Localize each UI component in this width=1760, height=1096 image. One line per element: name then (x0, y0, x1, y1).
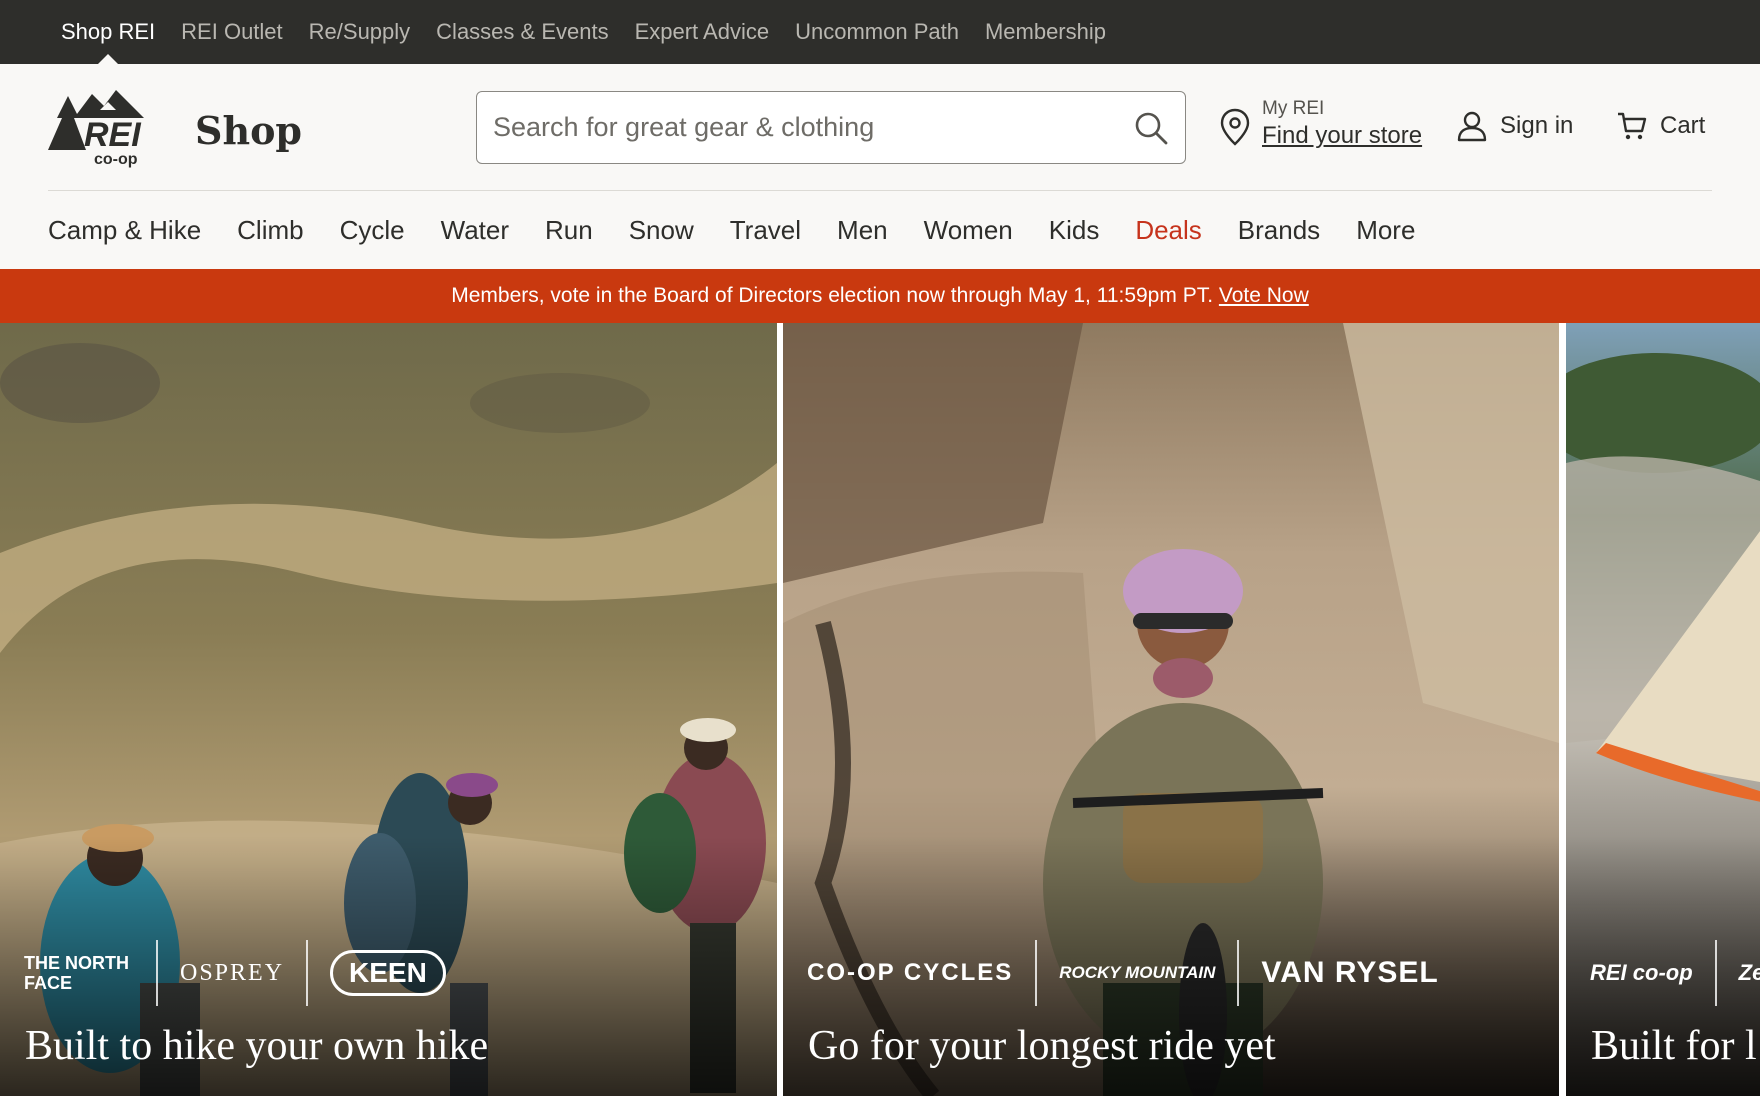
utility-nav-shop-rei[interactable]: Shop REI (61, 0, 155, 64)
vote-now-link[interactable]: Vote Now (1219, 284, 1309, 307)
category-women[interactable]: Women (924, 215, 1013, 246)
brand-logo-rocky-mountain: ROCKY MOUNTAIN (1059, 963, 1216, 982)
category-climb[interactable]: Climb (237, 215, 303, 246)
brand-separator (1035, 940, 1038, 1006)
utility-nav: Shop REI REI Outlet Re/Supply Classes & … (0, 0, 1760, 64)
brand-logo-coop-cycles: CO-OP CYCLES (807, 959, 1014, 986)
utility-nav-membership[interactable]: Membership (985, 0, 1106, 64)
brand-logo-rei-coop: REI co-op (1590, 960, 1693, 985)
sign-in-label: Sign in (1500, 112, 1574, 139)
category-water[interactable]: Water (441, 215, 509, 246)
announcement-banner: Members, vote in the Board of Directors … (0, 269, 1760, 323)
category-travel[interactable]: Travel (730, 215, 801, 246)
rei-coop-logo[interactable]: REI co-op (48, 88, 172, 168)
category-nav: Camp & Hike Climb Cycle Water Run Snow T… (0, 191, 1760, 269)
category-cycle[interactable]: Cycle (340, 215, 405, 246)
hero-headline: Go for your longest ride yet (808, 1023, 1276, 1069)
hero-headline: Built for l (1591, 1023, 1757, 1069)
location-pin-icon (1220, 108, 1250, 146)
category-kids[interactable]: Kids (1049, 215, 1100, 246)
brand-logo-zen: Zen (1738, 960, 1760, 985)
hero-card-camp[interactable]: REI co-op Zen Built for l (1566, 323, 1760, 1096)
cart-label: Cart (1660, 112, 1706, 139)
user-icon (1457, 111, 1487, 142)
category-more[interactable]: More (1356, 215, 1415, 246)
brand-logos: CO-OP CYCLES ROCKY MOUNTAIN VAN RYSEL (807, 938, 1439, 1008)
cart-button[interactable]: Cart (1616, 108, 1705, 144)
category-deals[interactable]: Deals (1135, 215, 1201, 246)
hero-card-hike[interactable]: THE NORTH FACE OSPREY KEEN Built to hike… (0, 323, 777, 1096)
brand-logo-osprey: OSPREY (180, 959, 285, 986)
svg-text:REI: REI (84, 116, 142, 154)
banner-text: Members, vote in the Board of Directors … (451, 284, 1214, 307)
brand-logo-the-north-face: THE NORTH FACE (24, 953, 129, 993)
brand-logo-keen: KEEN (330, 950, 446, 996)
category-snow[interactable]: Snow (629, 215, 694, 246)
utility-nav-rei-outlet[interactable]: REI Outlet (181, 0, 282, 64)
cart-icon (1618, 112, 1647, 140)
brand-separator (1237, 940, 1240, 1006)
brand-separator (1714, 940, 1717, 1006)
site-header: REI co-op Shop My REI Find your store Si… (0, 64, 1760, 191)
search-icon[interactable] (1133, 110, 1169, 146)
utility-nav-resupply[interactable]: Re/Supply (309, 0, 411, 64)
utility-nav-classes-events[interactable]: Classes & Events (436, 0, 608, 64)
hero-carousel: THE NORTH FACE OSPREY KEEN Built to hike… (0, 323, 1760, 1096)
category-men[interactable]: Men (837, 215, 888, 246)
brand-logos: THE NORTH FACE OSPREY KEEN (24, 938, 446, 1008)
brand-separator (156, 940, 158, 1006)
utility-nav-uncommon-path[interactable]: Uncommon Path (795, 0, 959, 64)
category-camp-hike[interactable]: Camp & Hike (48, 215, 201, 246)
brand-separator (306, 940, 309, 1006)
category-brands[interactable]: Brands (1238, 215, 1320, 246)
hero-headline: Built to hike your own hike (25, 1023, 489, 1069)
hero-card-cycle[interactable]: CO-OP CYCLES ROCKY MOUNTAIN VAN RYSEL Go… (783, 323, 1559, 1096)
section-title: Shop (195, 108, 302, 153)
category-run[interactable]: Run (545, 215, 593, 246)
search-input[interactable] (493, 92, 1113, 162)
my-rei-label: My REI (1262, 98, 1325, 119)
find-store-link[interactable]: Find your store (1262, 122, 1422, 150)
brand-logo-van-rysel: VAN RYSEL (1261, 956, 1439, 989)
brand-logos: REI co-op Zen (1590, 938, 1760, 1008)
utility-nav-expert-advice[interactable]: Expert Advice (635, 0, 770, 64)
search-box (476, 91, 1186, 164)
svg-text:co-op: co-op (94, 151, 138, 168)
sign-in-button[interactable]: Sign in (1456, 108, 1573, 144)
